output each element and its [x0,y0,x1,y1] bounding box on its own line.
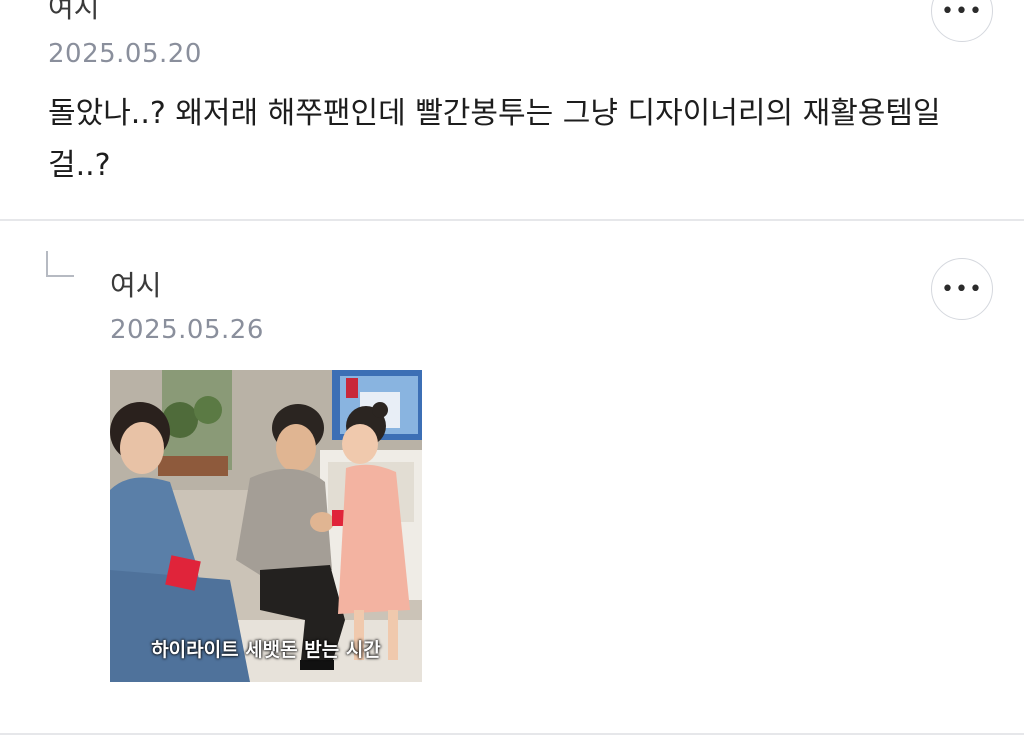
reply-comment-item: 여시 2025.05.26 ••• 하이라이트 세뱃돈 받는 시간 [0,221,1024,731]
reply-arrow-icon [46,251,74,277]
reply-attached-image[interactable]: 하이라이트 세뱃돈 받는 시간 [110,370,422,682]
more-options-icon: ••• [941,276,983,302]
more-options-button[interactable]: ••• [931,0,993,42]
reply-author[interactable]: 여시 [110,266,162,306]
more-options-icon: ••• [941,0,983,24]
comment-item: 여시 2025.05.20 돌았나..? 왜저래 해쭈팬인데 빨간봉투는 그냥 … [0,0,1024,220]
comment-text: 돌았나..? 왜저래 해쭈팬인데 빨간봉투는 그냥 디자이너리의 재활용템일걸.… [48,96,941,183]
comment-divider [0,733,1024,735]
comment-date: 2025.05.20 [48,39,202,69]
comment-author[interactable]: 여시 [48,0,100,28]
reply-more-options-button[interactable]: ••• [931,258,993,320]
image-caption: 하이라이트 세뱃돈 받는 시간 [151,639,381,661]
reply-date: 2025.05.26 [110,315,264,345]
